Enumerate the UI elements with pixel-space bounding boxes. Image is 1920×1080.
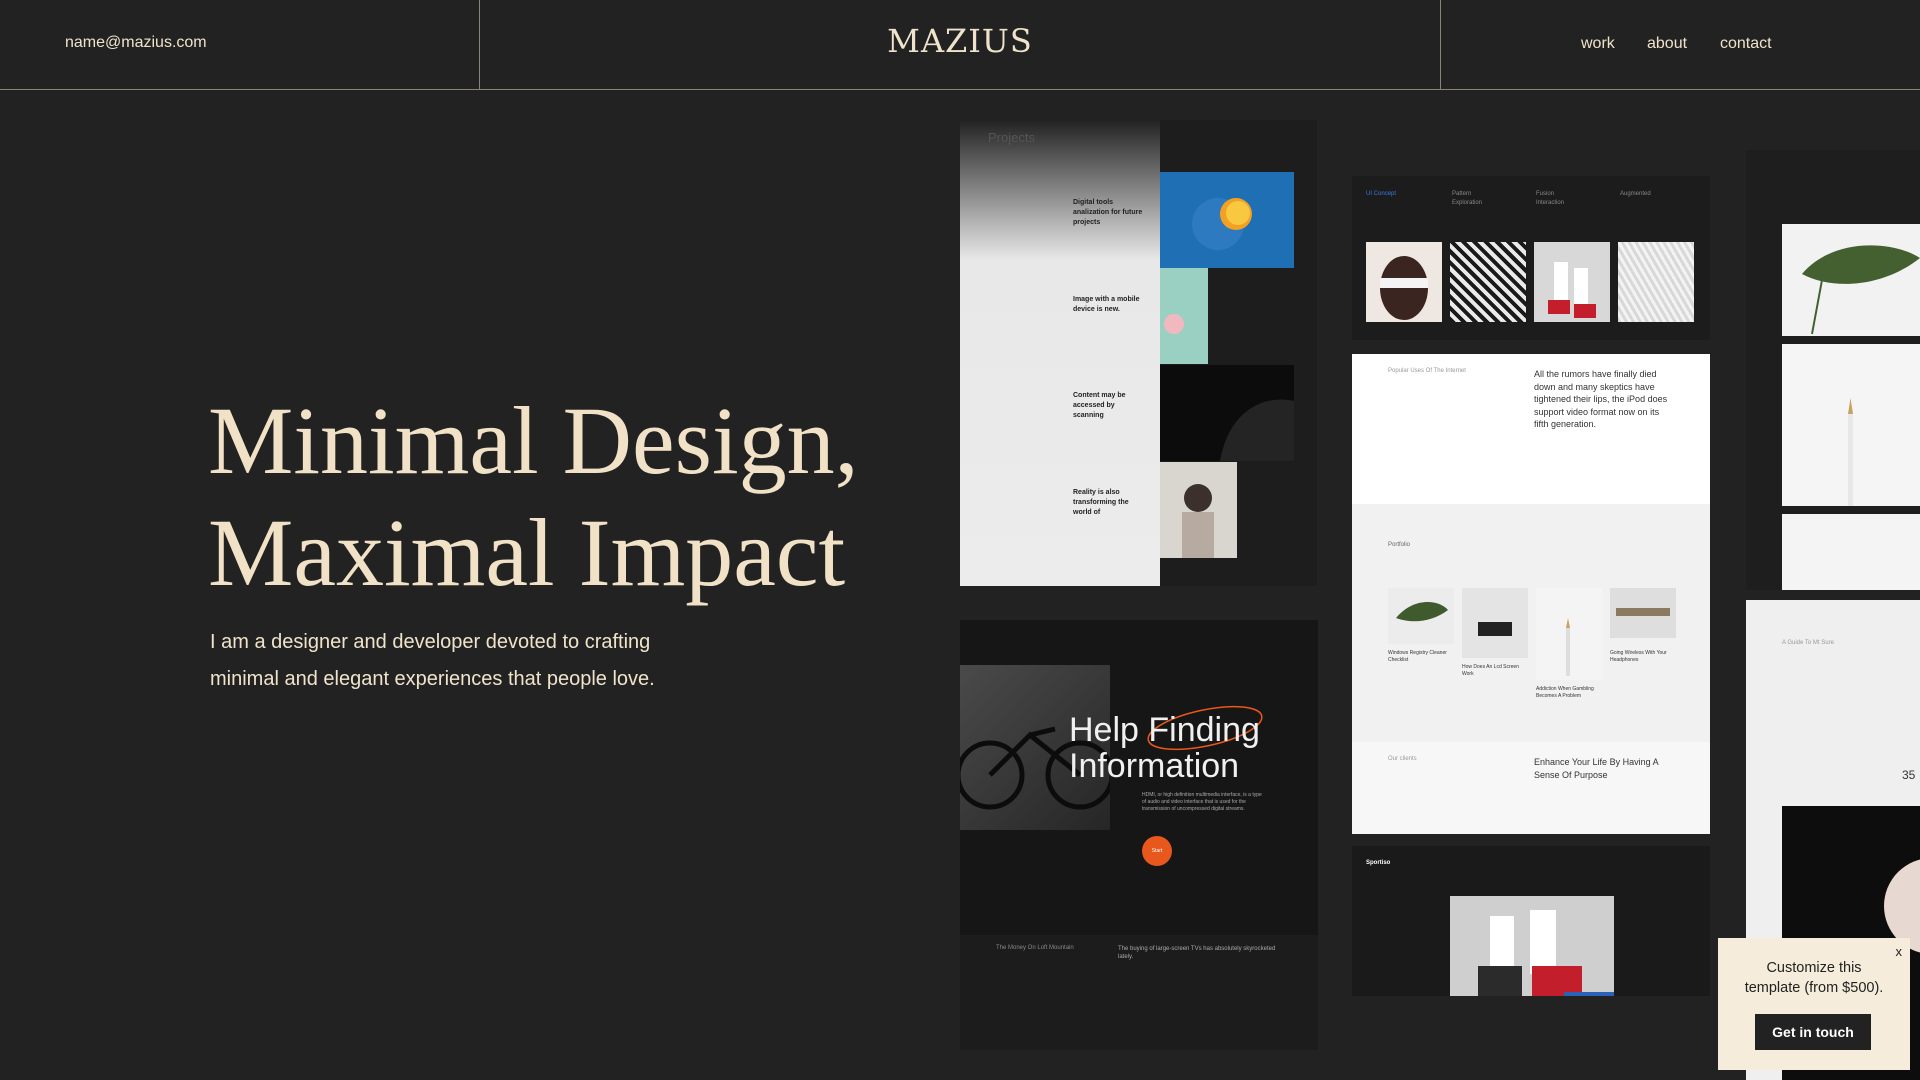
projects-panel: Projects Digital tools analization for f… [960, 120, 1160, 586]
hero-title-line2: Maximal Impact [208, 499, 846, 606]
hero-lead: I am a designer and developer devoted to… [210, 624, 770, 698]
project-image-orange [1160, 172, 1294, 268]
product-image [1462, 588, 1528, 658]
product-image [1536, 588, 1602, 680]
gallery-tab[interactable]: Augmented [1620, 190, 1651, 199]
preview-minimal-card[interactable] [1746, 150, 1920, 590]
preview-sportiso-card[interactable]: Sportiso [1352, 846, 1710, 996]
blog-bottom-section: Our clients Enhance Your Life By Having … [1352, 742, 1710, 834]
close-icon[interactable]: x [1896, 944, 1903, 959]
project-image-portrait [1160, 462, 1237, 558]
gallery-photo-vr [1366, 242, 1442, 322]
money-label: The Money On Loft Mountain [996, 945, 1074, 951]
project-row: Content may be accessed by scanning [1073, 392, 1126, 419]
project-image-headphones [1160, 268, 1208, 364]
customize-popup: x Customize this template (from $500). Ge… [1718, 938, 1910, 1070]
leaf-image [1782, 224, 1920, 336]
hero-title: Minimal Design, Maximal Impact [208, 385, 928, 609]
buying-text: The buying of large-screen TVs has absol… [1118, 946, 1276, 960]
sportiso-button[interactable] [1564, 992, 1614, 996]
product-label: Addiction When Gambling Becomes A Proble… [1536, 686, 1594, 699]
preview-blog-card[interactable]: Popular Uses Of The Internet All the rum… [1352, 354, 1710, 834]
get-in-touch-button[interactable]: Get in touch [1755, 1014, 1871, 1050]
hero-lead-line2: minimal and elegant experiences that peo… [210, 668, 655, 690]
help-heading: Help Finding Information [1069, 712, 1260, 784]
start-button-label: Start [1151, 848, 1163, 854]
nav-work[interactable]: work [1581, 35, 1615, 53]
project-row: Image with a mobile device is new. [1073, 296, 1140, 313]
enhance-heading: Enhance Your Life By Having A Sense Of P… [1534, 757, 1659, 780]
product-image [1610, 588, 1676, 638]
product-label: Going Wireless With Your Headphones [1610, 650, 1667, 663]
gallery-photo-lines [1618, 242, 1694, 322]
nav-contact[interactable]: contact [1720, 35, 1772, 53]
popup-text-line2: template (from $500). [1744, 980, 1884, 996]
project-image-dark [1160, 365, 1294, 461]
gallery-tab[interactable]: Pattern Exploration [1452, 190, 1492, 208]
site-header: name@mazius.com MAZIUS work about contac… [0, 0, 1920, 90]
popup-text: Customize this template (from $500). [1718, 958, 1910, 998]
portfolio-label: Portfolio [1388, 542, 1411, 548]
preview-gallery-card[interactable]: UI Concept Pattern Exploration Fusion In… [1352, 176, 1710, 340]
project-row: Digital tools analization for future pro… [1073, 199, 1143, 226]
start-button[interactable]: Start [1142, 836, 1172, 866]
help-heading-line2: Information [1069, 747, 1240, 785]
product-image [1388, 588, 1454, 644]
help-heading-line1: Help Finding [1069, 711, 1260, 749]
blog-top-section: Popular Uses Of The Internet All the rum… [1352, 354, 1710, 504]
gallery-tab[interactable]: UI Concept [1366, 190, 1396, 199]
hero-lead-line1: I am a designer and developer devoted to… [210, 631, 651, 653]
preview-projects-card[interactable]: Projects Digital tools analization for f… [960, 120, 1317, 586]
clients-label: Our clients [1388, 756, 1417, 762]
guide-label: A Guide To Mt Sure [1782, 640, 1834, 646]
chair-image [1782, 514, 1920, 590]
projects-title: Projects [988, 130, 1035, 145]
help-footer: The Money On Loft Mountain The buying of… [960, 935, 1318, 1050]
sportiso-label: Sportiso [1366, 860, 1391, 866]
site-logo[interactable]: MAZIUS [0, 22, 1920, 60]
popular-label: Popular Uses Of The Internet [1388, 368, 1466, 374]
nav-about[interactable]: about [1647, 35, 1687, 53]
gallery-photo-sneakers [1534, 242, 1610, 322]
preview-help-card[interactable]: Help Finding Information HDMI, or high de… [960, 620, 1318, 1050]
hero-title-line1: Minimal Design, [208, 387, 859, 494]
product-label: How Does An Lcd Screen Work [1462, 664, 1519, 677]
help-description: HDMI, or high definition multimedia inte… [1142, 792, 1262, 812]
project-row: Reality is also transforming the world o… [1073, 489, 1129, 516]
product-label: Windows Registry Cleaner Checklist [1388, 650, 1447, 663]
blog-quote: All the rumors have finally died down an… [1534, 369, 1668, 429]
sportiso-image [1450, 896, 1614, 996]
popup-text-line1: Customize this [1766, 960, 1862, 976]
number-fragment: 35 [1902, 768, 1916, 782]
pencil-image [1782, 344, 1920, 506]
gallery-photo-pattern [1450, 242, 1526, 322]
gallery-tab[interactable]: Fusion Interaction [1536, 190, 1576, 208]
